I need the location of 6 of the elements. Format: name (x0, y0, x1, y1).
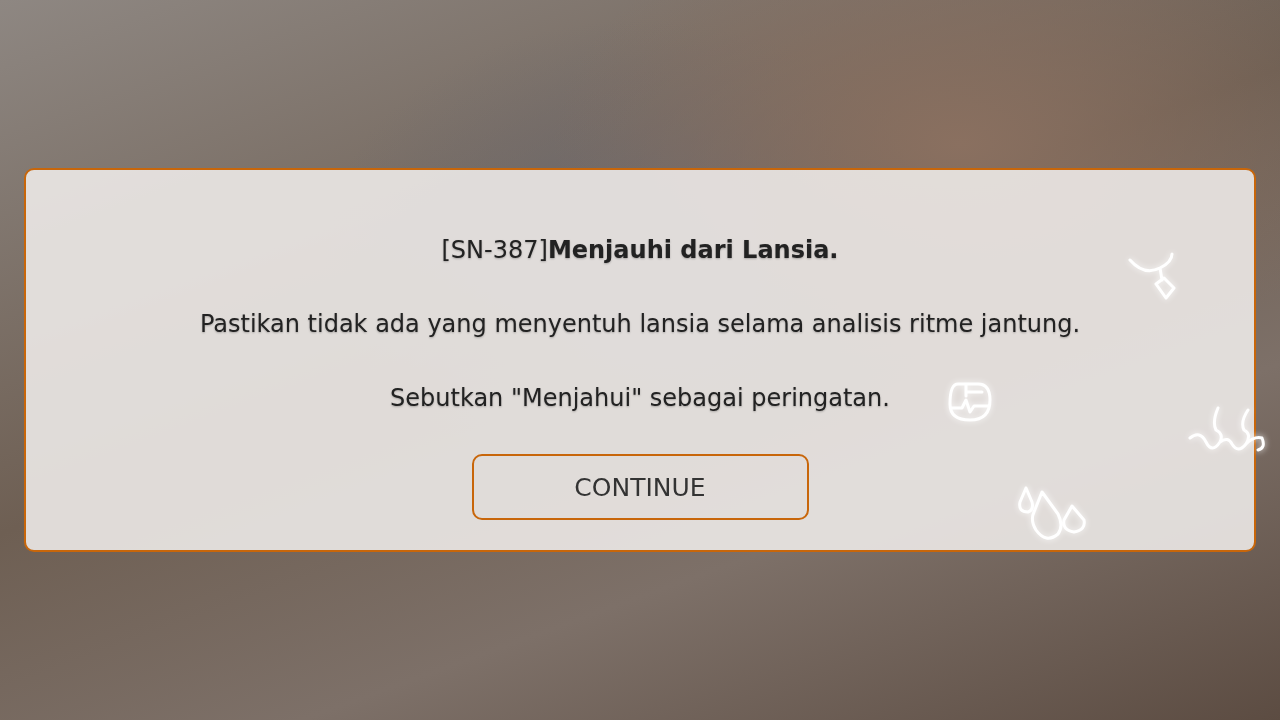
heart-monitor-icon (948, 380, 992, 422)
squiggle-icon (1190, 408, 1266, 454)
instruction-text: Pastikan tidak ada yang menyentuh lansia selama analisis ritme jantung. (199, 309, 1081, 340)
continue-button[interactable]: CONTINUE (471, 454, 809, 520)
dialog-title: [SN-387]Menjauhi dari Lansia. (441, 235, 839, 266)
instruction-text: Sebutkan "Menjahui" sebagai peringatan. (390, 383, 890, 414)
